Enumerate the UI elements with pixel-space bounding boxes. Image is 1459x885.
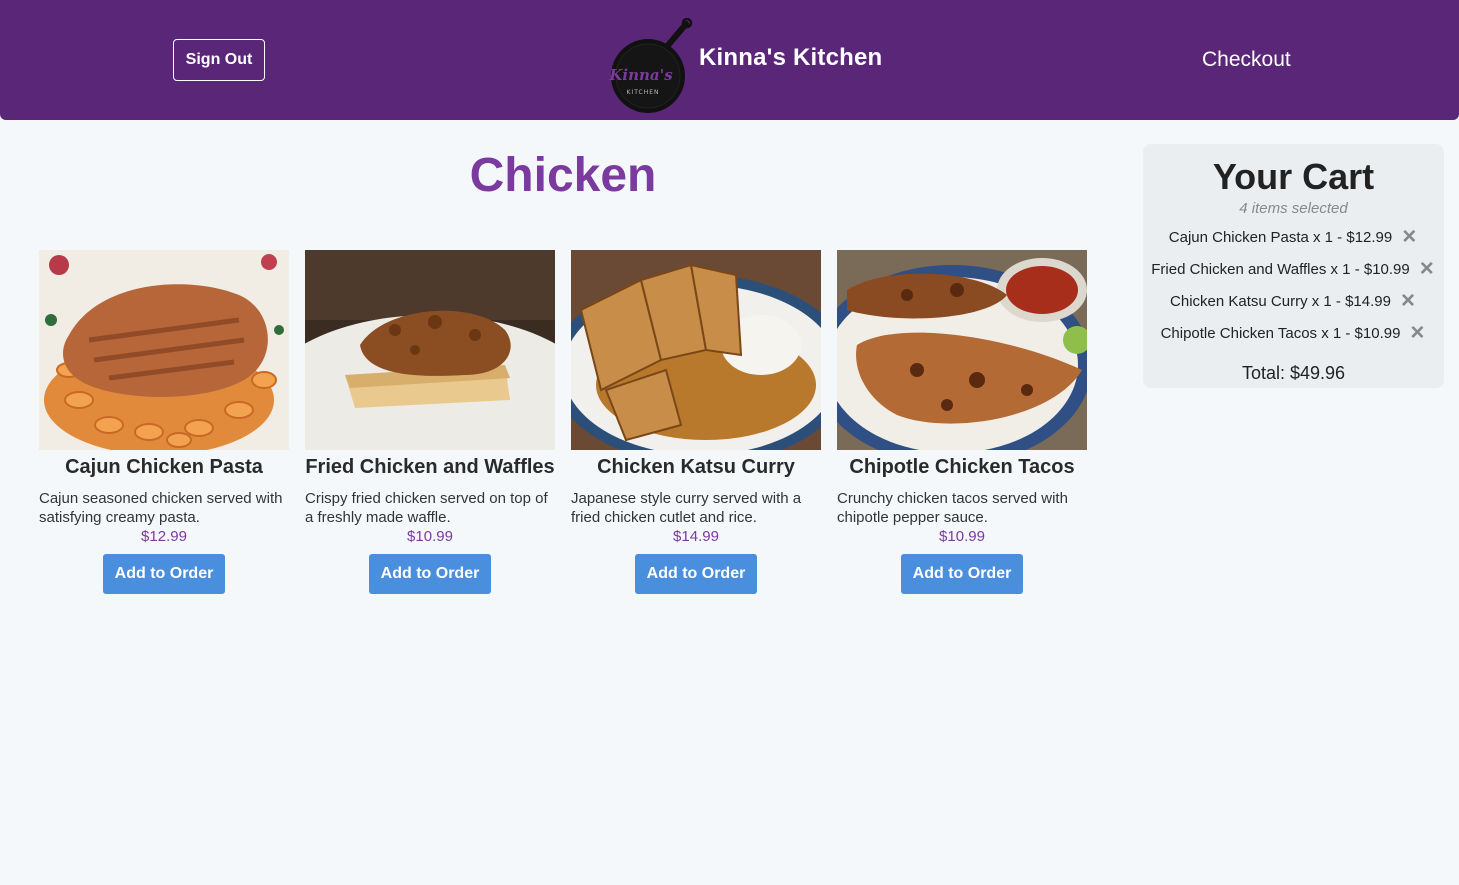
checkout-link[interactable]: Checkout	[1202, 48, 1291, 72]
menu-item-price: $10.99	[407, 528, 453, 545]
cajun-chicken-pasta-photo	[39, 250, 289, 450]
cart-item-count: 4 items selected	[1239, 200, 1348, 217]
cart-item: Chicken Katsu Curry x 1 - $14.99 ×	[1143, 285, 1444, 317]
menu-item-description: Cajun seasoned chicken served with satis…	[39, 490, 283, 526]
logo-sub-text: KITCHEN	[627, 89, 660, 96]
cart-item-text: Chicken Katsu Curry x 1 - $14.99	[1170, 292, 1391, 310]
cart-item-list: Cajun Chicken Pasta x 1 - $12.99 × Fried…	[1143, 221, 1444, 349]
menu-item-card: Chicken Katsu Curry Japanese style curry…	[571, 250, 821, 594]
add-to-order-button[interactable]: Add to Order	[103, 554, 225, 594]
add-to-order-button[interactable]: Add to Order	[901, 554, 1023, 594]
menu-item-card: Cajun Chicken Pasta Cajun seasoned chick…	[39, 250, 289, 594]
menu-item-name: Chipotle Chicken Tacos	[849, 456, 1075, 478]
menu-item-description: Japanese style curry served with a fried…	[571, 490, 802, 526]
menu-item-name: Chicken Katsu Curry	[597, 456, 795, 478]
kinnas-kitchen-logo[interactable]: Kinna's KITCHEN	[606, 18, 694, 114]
cart-title: Your Cart	[1212, 156, 1375, 197]
menu-item-name: Fried Chicken and Waffles	[305, 456, 555, 478]
close-icon[interactable]: ×	[1418, 257, 1436, 281]
close-icon[interactable]: ×	[1399, 289, 1417, 313]
close-icon[interactable]: ×	[1400, 225, 1418, 249]
top-nav-bar: Sign Out Kinna's KITCHEN Kinna's Kitchen…	[0, 0, 1459, 120]
cart-total: Total: $49.96	[1241, 363, 1346, 383]
cart-item: Cajun Chicken Pasta x 1 - $12.99 ×	[1143, 221, 1444, 253]
chicken-katsu-curry-photo	[571, 250, 821, 450]
menu-item-price: $14.99	[673, 528, 719, 545]
cart-item: Fried Chicken and Waffles x 1 - $10.99 ×	[1143, 253, 1444, 285]
menu-item-price: $10.99	[939, 528, 985, 545]
add-to-order-button[interactable]: Add to Order	[369, 554, 491, 594]
cart-item-text: Cajun Chicken Pasta x 1 - $12.99	[1168, 228, 1393, 246]
category-title: Chicken	[469, 149, 657, 202]
logo-script-text: Kinna's	[608, 66, 673, 84]
cart-item: Chipotle Chicken Tacos x 1 - $10.99 ×	[1143, 317, 1444, 349]
cart-item-text: Fried Chicken and Waffles x 1 - $10.99	[1151, 260, 1410, 278]
sign-out-button[interactable]: Sign Out	[173, 39, 265, 81]
menu-item-description: Crunchy chicken tacos served with chipot…	[837, 490, 1068, 526]
add-to-order-button[interactable]: Add to Order	[635, 554, 757, 594]
menu-item-card: Fried Chicken and Waffles Crispy fried c…	[305, 250, 555, 594]
menu-item-name: Cajun Chicken Pasta	[65, 456, 263, 478]
cart-panel: Your Cart 4 items selected Cajun Chicken…	[1143, 144, 1444, 388]
menu-item-card: Chipotle Chicken Tacos Crunchy chicken t…	[837, 250, 1087, 594]
fried-chicken-waffles-photo	[305, 250, 555, 450]
cart-item-text: Chipotle Chicken Tacos x 1 - $10.99	[1160, 324, 1401, 342]
menu-item-description: Crispy fried chicken served on top of a …	[305, 490, 548, 526]
menu-item-price: $12.99	[141, 528, 187, 545]
close-icon[interactable]: ×	[1408, 321, 1426, 345]
brand-name[interactable]: Kinna's Kitchen	[699, 44, 882, 72]
chipotle-chicken-tacos-photo	[837, 250, 1087, 450]
